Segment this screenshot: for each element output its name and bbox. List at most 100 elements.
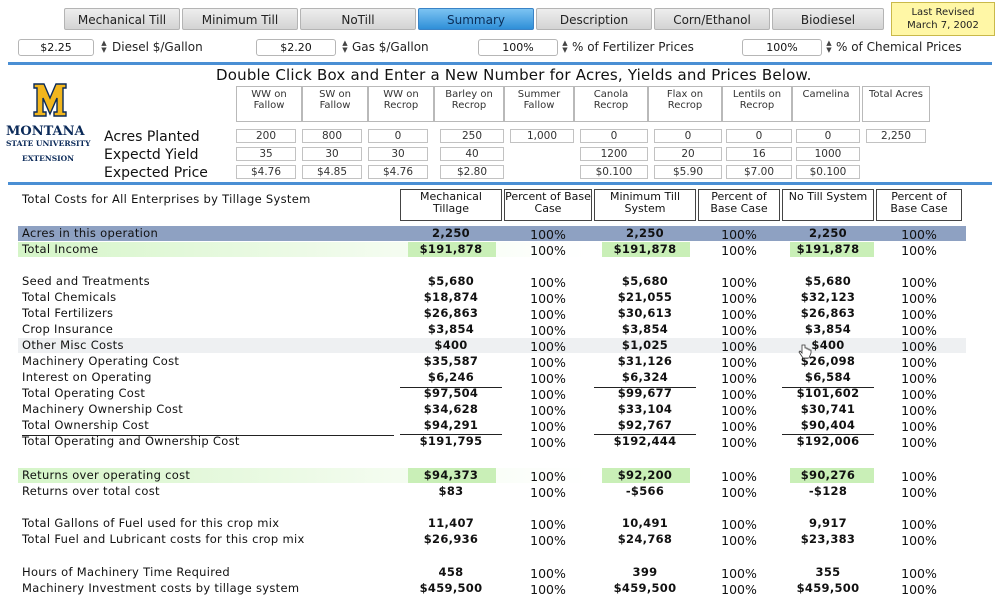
price-input[interactable]: $5.90 <box>654 165 722 179</box>
percent-base-value: 100% <box>530 533 566 548</box>
yield-input[interactable]: 30 <box>302 147 362 161</box>
percent-base-value: 100% <box>721 435 757 450</box>
mechanical-tillage-value: $83 <box>438 484 464 498</box>
yield-input[interactable]: 16 <box>726 147 792 161</box>
percent-base-value: 100% <box>901 243 937 258</box>
chemical-label: % of Chemical Prices <box>836 40 962 54</box>
chemical-percent-input[interactable]: 100% <box>742 39 822 56</box>
gas-price-input[interactable]: $2.20 <box>256 39 336 56</box>
fertilizer-stepper-icon[interactable]: ▲ ▼ <box>561 40 569 55</box>
acres-input[interactable]: 0 <box>580 129 648 143</box>
col-header-percent: Percent of Base Case <box>698 189 780 221</box>
msu-m-logo-icon <box>33 83 67 117</box>
no-till-value: $5,680 <box>804 274 852 288</box>
yield-input[interactable]: 40 <box>440 147 504 161</box>
hand-cursor-icon <box>798 344 812 359</box>
no-till-value: $26,863 <box>800 306 856 320</box>
percent-base-value: 100% <box>721 517 757 532</box>
row-label: Total Operating and Ownership Cost <box>22 434 240 448</box>
tab-summary[interactable]: Summary <box>418 8 534 30</box>
percent-base-value: 100% <box>530 582 566 597</box>
percent-base-value: 100% <box>721 371 757 386</box>
no-till-value: 2,250 <box>809 226 847 240</box>
row-label: Returns over total cost <box>22 484 160 498</box>
percent-base-value: 100% <box>530 227 566 242</box>
last-revised-label: Last Revised <box>911 7 975 18</box>
row-label: Interest on Operating <box>22 370 152 384</box>
gas-label: Gas $/Gallon <box>352 40 429 54</box>
percent-base-value: 100% <box>901 469 937 484</box>
mechanical-tillage-value: $26,936 <box>423 532 479 546</box>
col-header-percent: Percent of Base Case <box>876 189 962 221</box>
percent-base-value: 100% <box>721 291 757 306</box>
price-input[interactable]: $2.80 <box>440 165 504 179</box>
yield-input[interactable]: 1000 <box>796 147 860 161</box>
minimum-till-value: $99,677 <box>617 386 673 400</box>
yield-input[interactable]: 35 <box>236 147 296 161</box>
tab-notill[interactable]: NoTill <box>300 8 416 30</box>
minimum-till-value: $31,126 <box>617 354 673 368</box>
col-header-percent: Percent of Base Case <box>504 189 592 221</box>
mechanical-tillage-value: $18,874 <box>423 290 479 304</box>
percent-base-value: 100% <box>721 582 757 597</box>
minimum-till-value: $5,680 <box>621 274 669 288</box>
tab-corn-ethanol[interactable]: Corn/Ethanol <box>654 8 770 30</box>
mechanical-tillage-value: $191,795 <box>419 434 483 448</box>
no-till-value: -$128 <box>808 484 848 498</box>
instruction-text: Double Click Box and Enter a New Number … <box>216 66 812 84</box>
acres-input[interactable]: 0 <box>368 129 428 143</box>
percent-base-value: 100% <box>721 243 757 258</box>
percent-base-value: 100% <box>901 275 937 290</box>
yield-input[interactable]: 1200 <box>580 147 648 161</box>
minimum-till-value: $6,324 <box>621 370 669 384</box>
yield-input[interactable]: 30 <box>368 147 428 161</box>
no-till-value: $459,500 <box>796 581 860 595</box>
percent-base-value: 100% <box>721 339 757 354</box>
acres-input[interactable]: 0 <box>726 129 792 143</box>
percent-base-value: 100% <box>901 291 937 306</box>
percent-base-value: 100% <box>721 275 757 290</box>
percent-base-value: 100% <box>530 339 566 354</box>
minimum-till-value: 2,250 <box>626 226 664 240</box>
crop-header: Lentils on Recrop <box>722 86 792 122</box>
no-till-value: $101,602 <box>796 386 860 400</box>
yield-input[interactable]: 20 <box>654 147 722 161</box>
price-input[interactable]: $0.100 <box>580 165 648 179</box>
minimum-till-value: $30,613 <box>617 306 673 320</box>
acres-input[interactable]: 0 <box>796 129 860 143</box>
acres-input[interactable]: 800 <box>302 129 362 143</box>
price-input[interactable]: $7.00 <box>726 165 792 179</box>
row-label: Crop Insurance <box>22 322 114 336</box>
percent-base-value: 100% <box>530 355 566 370</box>
acres-input[interactable]: 0 <box>654 129 722 143</box>
tab-description[interactable]: Description <box>536 8 652 30</box>
last-revised-note: Last Revised March 7, 2002 <box>891 2 995 36</box>
price-input[interactable]: $0.100 <box>796 165 860 179</box>
mechanical-tillage-value: $94,373 <box>423 468 479 482</box>
percent-base-value: 100% <box>721 323 757 338</box>
row-label: Total Operating Cost <box>22 386 146 400</box>
acres-input[interactable]: 200 <box>236 129 296 143</box>
price-input[interactable]: $4.76 <box>236 165 296 179</box>
price-input[interactable]: $4.76 <box>368 165 428 179</box>
tab-mechanical-till[interactable]: Mechanical Till <box>64 8 180 30</box>
acres-input[interactable]: 250 <box>440 129 504 143</box>
tab-minimum-till[interactable]: Minimum Till <box>182 8 298 30</box>
price-input[interactable]: $4.85 <box>302 165 362 179</box>
diesel-price-input[interactable]: $2.25 <box>18 39 94 56</box>
acres-input[interactable]: 1,000 <box>510 129 574 143</box>
mechanical-tillage-value: 11,407 <box>427 516 475 530</box>
no-till-value: $32,123 <box>800 290 856 304</box>
mechanical-tillage-value: $26,863 <box>423 306 479 320</box>
gas-stepper-icon[interactable]: ▲ ▼ <box>341 40 349 55</box>
percent-base-value: 100% <box>901 517 937 532</box>
chemical-stepper-icon[interactable]: ▲ ▼ <box>825 40 833 55</box>
minimum-till-value: $24,768 <box>617 532 673 546</box>
tab-biodiesel[interactable]: Biodiesel <box>772 8 884 30</box>
fertilizer-percent-input[interactable]: 100% <box>478 39 558 56</box>
diesel-stepper-icon[interactable]: ▲ ▼ <box>100 40 108 55</box>
percent-base-value: 100% <box>901 419 937 434</box>
percent-base-value: 100% <box>721 403 757 418</box>
row-label: Returns over operating cost <box>22 468 191 482</box>
no-till-value: $26,098 <box>800 354 856 368</box>
